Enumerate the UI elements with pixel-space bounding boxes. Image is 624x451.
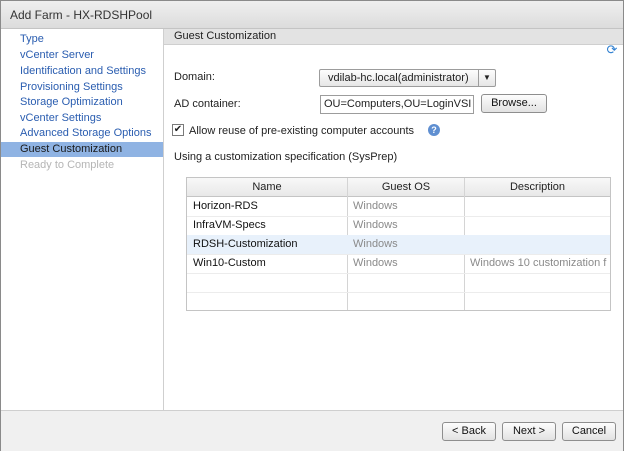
cell-name: Win10-Custom (193, 257, 266, 269)
chevron-down-icon[interactable]: ▼ (478, 70, 495, 86)
nav-item-identification-settings[interactable]: Identification and Settings (1, 64, 163, 79)
cancel-button[interactable]: Cancel (562, 422, 616, 441)
nav-item-advanced-storage-options[interactable]: Advanced Storage Options (1, 126, 163, 141)
cell-guest-os: Windows (353, 200, 398, 212)
refresh-icon[interactable]: ⟳ (605, 43, 619, 57)
nav-item-type[interactable]: Type (1, 32, 163, 47)
nav-item-ready-to-complete: Ready to Complete (20, 159, 115, 171)
nav-item-vcenter-settings[interactable]: vCenter Settings (1, 111, 163, 126)
next-button[interactable]: Next > (502, 422, 556, 441)
dialog-footer: < Back Next > Cancel (1, 410, 623, 451)
table-row[interactable]: Horizon-RDS Windows (187, 197, 610, 217)
cell-description (470, 235, 608, 254)
help-icon[interactable]: ? (428, 124, 440, 136)
domain-label: Domain: (174, 71, 215, 83)
table-row-selected[interactable]: RDSH-Customization Windows (187, 235, 610, 255)
reuse-accounts-label: Allow reuse of pre-existing computer acc… (189, 125, 414, 137)
column-header-guest-os[interactable]: Guest OS (348, 178, 464, 196)
domain-value: vdilab-hc.local(administrator) (328, 72, 469, 84)
cell-name: Horizon-RDS (193, 200, 258, 212)
table-row-empty (187, 273, 610, 293)
ad-container-label: AD container: (174, 98, 241, 110)
section-title: Guest Customization (174, 30, 277, 42)
nav-item-storage-optimization[interactable]: Storage Optimization (1, 95, 163, 110)
back-button[interactable]: < Back (442, 422, 496, 441)
cell-description: Windows 10 customization f (470, 257, 607, 269)
table-header: Name Guest OS Description (187, 178, 610, 197)
cell-guest-os: Windows (353, 219, 398, 231)
customization-spec-table: Name Guest OS Description Horizon-RDS Wi… (186, 177, 611, 311)
domain-select[interactable]: vdilab-hc.local(administrator) ▼ (319, 69, 496, 87)
nav-item-guest-customization[interactable]: Guest Customization (1, 142, 163, 157)
add-farm-dialog: Add Farm - HX-RDSHPool Type vCenter Serv… (0, 0, 624, 451)
cell-description (470, 216, 608, 235)
nav-item-vcenter-server[interactable]: vCenter Server (1, 48, 163, 63)
cell-description (470, 197, 608, 216)
column-header-description[interactable]: Description (465, 178, 610, 196)
content-panel: Guest Customization ⟳ Domain: vdilab-hc.… (164, 29, 623, 410)
cell-name: InfraVM-Specs (193, 219, 266, 231)
browse-button[interactable]: Browse... (481, 94, 547, 113)
title-bar[interactable]: Add Farm - HX-RDSHPool (1, 1, 623, 29)
table-row[interactable]: Win10-Custom Windows Windows 10 customiz… (187, 254, 610, 274)
reuse-accounts-checkbox[interactable]: ✔ (172, 124, 184, 136)
ad-container-input[interactable]: OU=Computers,OU=LoginVSI (320, 95, 474, 114)
window-title: Add Farm - HX-RDSHPool (10, 8, 153, 22)
table-row[interactable]: InfraVM-Specs Windows (187, 216, 610, 236)
cell-name: RDSH-Customization (193, 238, 298, 250)
spec-label: Using a customization specification (Sys… (174, 151, 398, 163)
table-row-empty (187, 292, 610, 311)
wizard-nav: Type vCenter Server Identification and S… (1, 29, 164, 410)
section-header: Guest Customization (164, 29, 623, 45)
column-header-name[interactable]: Name (187, 178, 347, 196)
nav-item-provisioning-settings[interactable]: Provisioning Settings (1, 80, 163, 95)
cell-guest-os: Windows (353, 257, 398, 269)
cell-guest-os: Windows (353, 238, 398, 250)
